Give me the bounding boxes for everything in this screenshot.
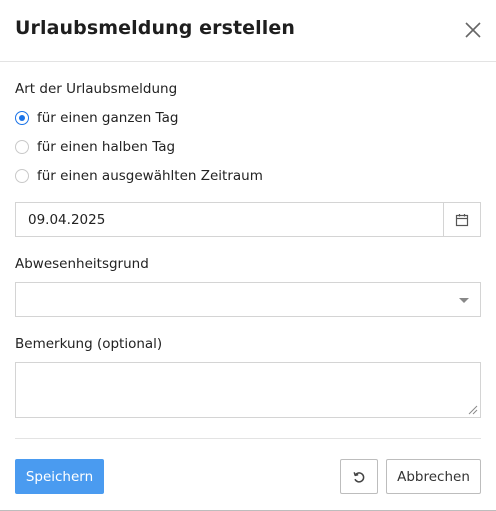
remark-label: Bemerkung (optional) [15,336,163,352]
reset-icon [353,471,365,483]
remark-textarea[interactable] [15,362,481,418]
resize-handle-icon[interactable] [467,404,478,415]
date-picker-button[interactable] [443,203,480,236]
date-field [15,202,481,237]
date-input[interactable] [16,203,443,236]
footer-divider [15,438,481,439]
absence-reason-label: Abwesenheitsgrund [15,256,149,272]
cancel-button[interactable]: Abbrechen [386,459,481,494]
chevron-down-icon [459,298,469,303]
radio-label: für einen ausgewählten Zeitraum [37,168,263,184]
save-button[interactable]: Speichern [15,459,104,494]
radio-label: für einen ganzen Tag [37,110,179,126]
radio-button[interactable] [15,169,29,183]
calendar-icon [455,213,469,226]
radio-button[interactable] [15,140,29,154]
vacation-dialog: Urlaubsmeldung erstellen Art der Urlaubs… [0,0,496,511]
radio-date-range[interactable]: für einen ausgewählten Zeitraum [15,167,263,185]
radio-label: für einen halben Tag [37,139,176,155]
absence-reason-select[interactable] [15,282,481,317]
dialog-header: Urlaubsmeldung erstellen [0,0,496,62]
dialog-title: Urlaubsmeldung erstellen [15,17,296,39]
radio-half-day[interactable]: für einen halben Tag [15,138,175,156]
reset-button[interactable] [340,459,378,494]
close-button[interactable] [462,19,484,41]
radio-button[interactable] [15,111,29,125]
close-icon [465,22,481,38]
vacation-type-label: Art der Urlaubsmeldung [15,81,178,97]
radio-full-day[interactable]: für einen ganzen Tag [15,109,178,127]
